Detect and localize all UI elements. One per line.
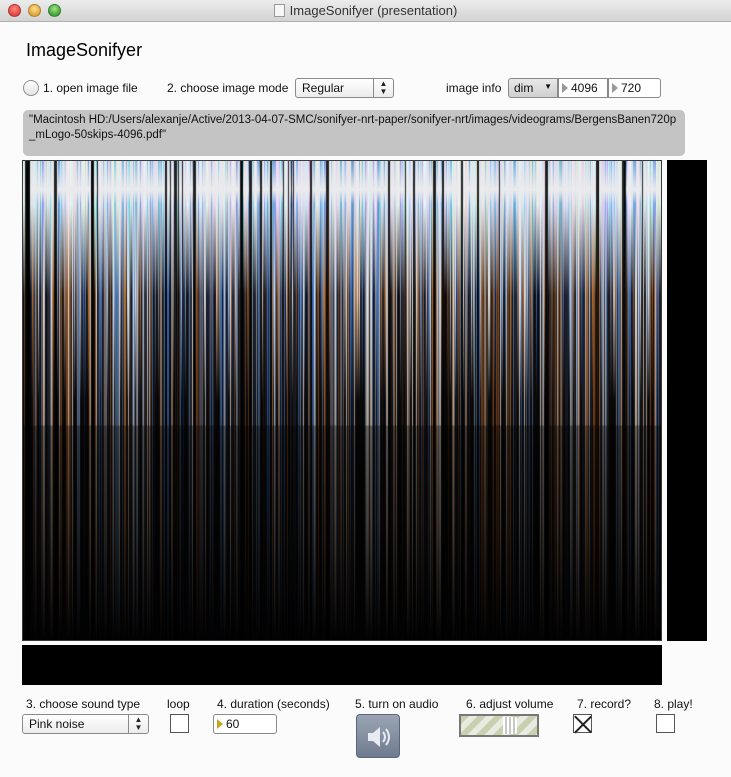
window-titlebar: ImageSonifyer (presentation) xyxy=(0,0,731,22)
dim-height-box[interactable]: 720 xyxy=(608,78,661,98)
loop-checkbox[interactable] xyxy=(170,714,189,733)
duration-value: 60 xyxy=(226,717,240,731)
audio-toggle-button[interactable] xyxy=(356,714,400,758)
up-down-arrows-icon: ▲ ▼ xyxy=(128,715,148,733)
record-checkbox[interactable] xyxy=(573,714,592,733)
window-title-container: ImageSonifyer (presentation) xyxy=(0,3,731,18)
duration-label: 4. duration (seconds) xyxy=(217,697,330,711)
triangle-down-icon: ▼ xyxy=(544,82,552,91)
sound-type-value: Pink noise xyxy=(29,717,85,731)
dim-height-value: 720 xyxy=(621,81,642,95)
image-mode-value: Regular xyxy=(302,81,345,95)
play-label: 8. play! xyxy=(654,697,693,711)
videogram-image xyxy=(23,161,661,640)
up-down-arrows-icon: ▲ ▼ xyxy=(373,79,393,97)
record-label: 7. record? xyxy=(577,697,632,711)
image-display xyxy=(22,160,662,641)
sound-type-menu[interactable]: Pink noise ▲ ▼ xyxy=(22,714,149,734)
audio-label: 5. turn on audio xyxy=(355,697,439,711)
side-panel xyxy=(667,160,707,641)
window-title: ImageSonifyer (presentation) xyxy=(289,3,458,18)
dim-menu-value: dim xyxy=(514,81,534,95)
presentation-content: ImageSonifyer 1. open image file 2. choo… xyxy=(0,22,731,777)
file-path-display: "Macintosh HD:/Users/alexanje/Active/201… xyxy=(23,110,685,156)
sound-type-label: 3. choose sound type xyxy=(26,697,141,711)
open-image-label: 1. open image file xyxy=(43,81,138,95)
number-arrow-icon xyxy=(612,83,618,93)
image-mode-menu[interactable]: Regular ▲ ▼ xyxy=(295,78,394,98)
open-image-button[interactable] xyxy=(23,80,39,96)
speaker-icon xyxy=(368,727,390,747)
dim-menu[interactable]: dim ▼ xyxy=(508,78,558,98)
dim-width-box[interactable]: 4096 xyxy=(558,78,608,98)
volume-slider[interactable] xyxy=(459,714,539,737)
number-arrow-icon xyxy=(217,719,223,729)
loop-label: loop xyxy=(167,697,190,711)
volume-label: 6. adjust volume xyxy=(466,697,554,711)
document-icon xyxy=(273,4,285,17)
volume-slider-knob[interactable] xyxy=(503,717,517,734)
play-checkbox[interactable] xyxy=(656,714,675,733)
app-title: ImageSonifyer xyxy=(26,40,143,60)
dim-width-value: 4096 xyxy=(571,81,598,95)
image-mode-label: 2. choose image mode xyxy=(167,81,289,95)
image-info-label: image info xyxy=(446,81,502,95)
number-arrow-icon xyxy=(562,83,568,93)
duration-input[interactable]: 60 xyxy=(213,714,277,734)
waveform-panel xyxy=(22,645,662,685)
